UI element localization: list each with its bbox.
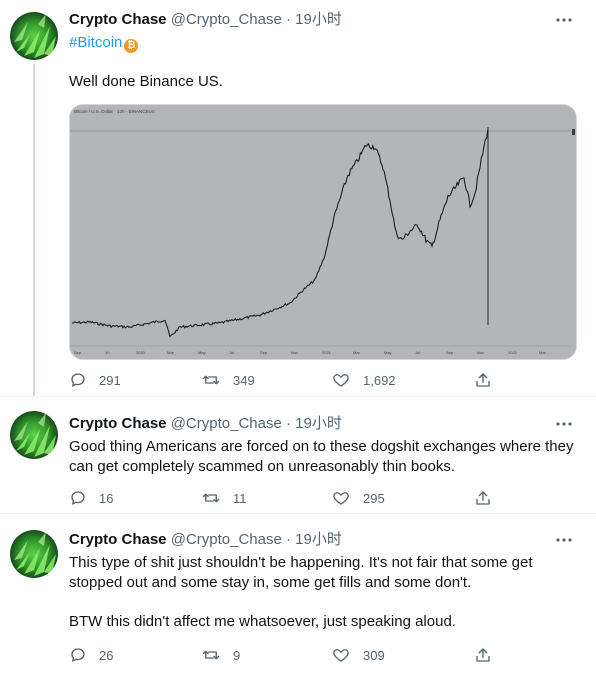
tweet-text-2: BTW this didn't affect me whatsoever, ju… [69,613,456,630]
like-count: 1,692 [363,372,396,388]
avatar[interactable] [10,12,58,60]
like-icon [333,492,349,505]
chart-tick-label: Mar [167,350,175,355]
reply-icon [71,648,85,662]
user-handle[interactable]: @Crypto_Chase [171,11,282,28]
like-count: 309 [363,647,385,663]
user-handle[interactable]: @Crypto_Chase [171,415,282,432]
share-button[interactable] [474,488,504,508]
like-button[interactable]: 309 [331,645,385,665]
reply-count: 291 [99,372,121,388]
chart-tick-label: Nov [477,350,484,355]
share-icon [476,648,490,662]
tweet-header: Crypto Chase @Crypto_Chase · 19小时 [69,530,342,550]
tweet-actions: 26 9 309 [69,645,499,665]
retweet-count: 11 [233,490,247,506]
chart-tick-label: Nov [291,350,298,355]
more-icon[interactable] [554,530,574,550]
share-icon [476,373,490,387]
reply-button[interactable]: 291 [69,370,121,390]
avatar[interactable] [10,530,58,578]
tweet-header: Crypto Chase @Crypto_Chase · 19小时 [69,414,342,434]
separator-dot: · [285,415,291,432]
chart-tick-label: May [384,350,392,355]
retweet-button[interactable]: 9 [201,645,240,665]
display-name[interactable]: Crypto Chase [69,415,167,432]
reply-icon [71,491,85,505]
chart-tick-label: Sep [260,350,268,355]
price-chart: Bitcoin / U.S. Dollar · 12h · BINANCEUS … [70,105,576,359]
tweet-1[interactable]: Crypto Chase @Crypto_Chase · 19小时 #Bitco… [0,0,596,396]
retweet-icon [202,650,220,660]
tweet-2[interactable]: Crypto Chase @Crypto_Chase · 19小时 Good t… [0,397,596,513]
chart-tick-label: 10 [105,350,110,355]
share-button[interactable] [474,645,504,665]
chart-tick-label: Sep [74,350,82,355]
retweet-icon [202,375,220,385]
chart-tick-label: 2021 [322,350,332,355]
chart-tick-label: 2022 [508,350,518,355]
chart-tick-label: Jul [415,350,420,355]
thread-line [33,64,35,396]
chart-tick-label: Mar [353,350,361,355]
chart-tick-label: May [198,350,206,355]
timestamp[interactable]: 19小时 [295,11,342,28]
chart-tick-label: Mar [539,350,547,355]
display-name[interactable]: Crypto Chase [69,531,167,548]
tweet-actions: 16 11 295 [69,488,499,508]
tweet-text: Good thing Americans are forced on to th… [69,438,574,475]
reply-icon [71,373,85,387]
separator-dot: · [285,11,291,28]
chart-header: Bitcoin / U.S. Dollar · 12h · BINANCEUS [74,109,155,114]
share-icon [476,491,490,505]
reply-count: 26 [99,647,114,663]
tweet-text: Well done Binance US. [69,73,223,90]
bitcoin-icon: ₿ [124,39,139,53]
retweet-button[interactable]: 11 [201,488,247,508]
like-icon [333,649,349,662]
separator-dot: · [285,531,291,548]
reply-count: 16 [99,490,114,506]
retweet-count: 349 [233,372,255,388]
display-name[interactable]: Crypto Chase [69,11,167,28]
avatar[interactable] [10,411,58,459]
retweet-icon [202,493,220,503]
retweet-count: 9 [233,647,241,663]
tweet-header: Crypto Chase @Crypto_Chase · 19小时 [69,10,342,30]
like-button[interactable]: 1,692 [331,370,396,390]
share-button[interactable] [474,370,504,390]
reply-button[interactable]: 16 [69,488,113,508]
tweet-3[interactable]: Crypto Chase @Crypto_Chase · 19小时 This t… [0,514,596,676]
chart-tick-label: Jul [229,350,234,355]
more-icon[interactable] [554,10,574,30]
chart-tick-label: Sep [446,350,454,355]
tweet-actions: 291 349 1,692 [69,370,499,390]
user-handle[interactable]: @Crypto_Chase [171,531,282,548]
hashtag-link[interactable]: #Bitcoin [69,34,122,51]
timestamp[interactable]: 19小时 [295,415,342,432]
chart-tick-label: 2020 [136,350,146,355]
like-count: 295 [363,490,385,506]
like-button[interactable]: 295 [331,488,385,508]
reply-button[interactable]: 26 [69,645,113,665]
timestamp[interactable]: 19小时 [295,531,342,548]
more-icon[interactable] [554,414,574,434]
tweet-text: This type of shit just shouldn't be happ… [69,554,533,591]
retweet-button[interactable]: 349 [201,370,255,390]
like-icon [333,374,349,387]
chart-image[interactable]: Bitcoin / U.S. Dollar · 12h · BINANCEUS … [69,104,577,360]
hashtag-line: #Bitcoin ₿ [69,33,579,53]
